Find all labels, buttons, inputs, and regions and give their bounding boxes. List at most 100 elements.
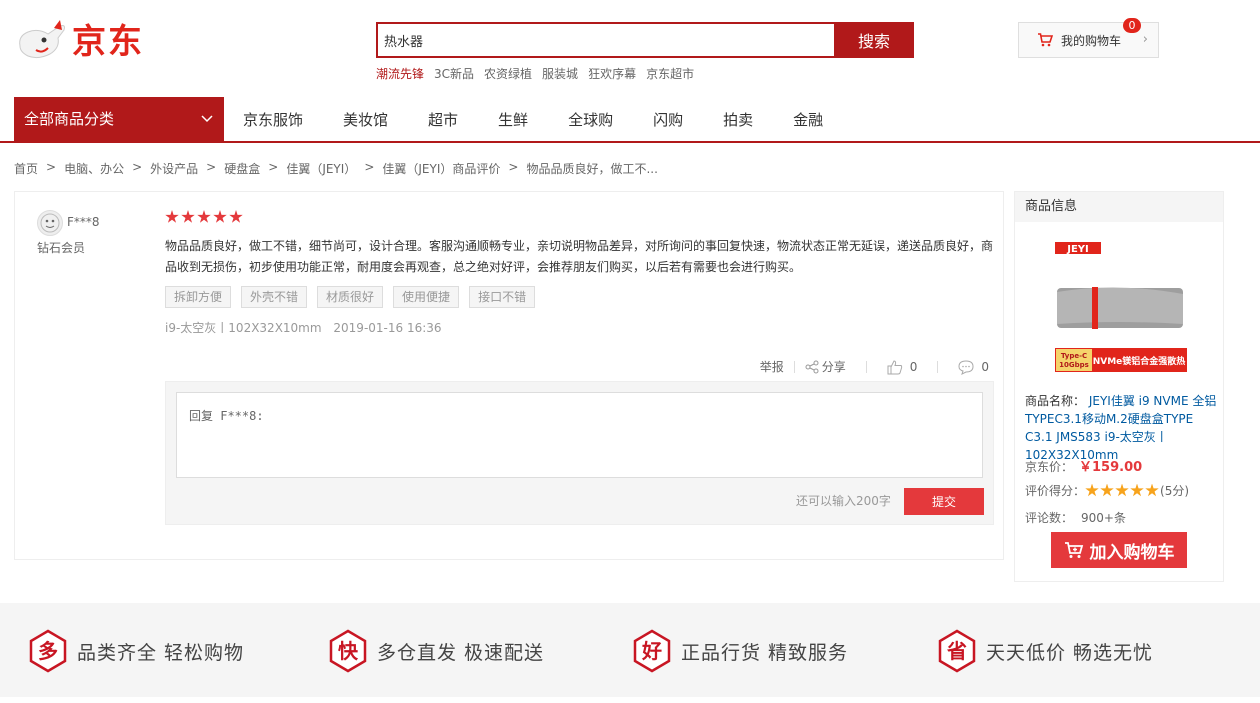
nav-item[interactable]: 全球购: [568, 109, 613, 130]
product-score-stars: [1085, 483, 1160, 498]
comment-button[interactable]: 0: [958, 359, 989, 375]
cart-button[interactable]: 我的购物车 › 0: [1018, 18, 1159, 58]
report-link[interactable]: 举报: [760, 358, 784, 375]
jd-logo[interactable]: 京东: [14, 14, 154, 64]
cart-icon: [1038, 33, 1053, 47]
promise-text: 正品行货 精致服务: [681, 641, 849, 664]
review-tag: 材质很好: [317, 286, 384, 308]
promise-icon-char: 省: [947, 639, 967, 663]
product-price: 京东价： ￥159.00: [1025, 456, 1142, 475]
breadcrumb-separator: >: [364, 160, 375, 174]
star-icon: [1100, 483, 1114, 497]
product-brand-badge: JEYI: [1066, 244, 1089, 255]
breadcrumb-separator: >: [46, 160, 57, 174]
divider: [865, 360, 867, 373]
hotword-link[interactable]: 狂欢序幕: [588, 65, 636, 82]
product-image[interactable]: JEYI Type-C 10Gbps NVMe镁铝合金强散热: [1047, 232, 1197, 382]
hexagon-icon: 快: [328, 629, 368, 673]
add-to-cart-button[interactable]: 加入购物车: [1051, 532, 1187, 568]
promise-text: 品类齐全 轻松购物: [77, 641, 245, 664]
review-tags: 拆卸方便 外壳不错 材质很好 使用便捷 接口不错: [165, 286, 536, 308]
breadcrumb-link[interactable]: 外设产品: [150, 160, 198, 177]
search-input[interactable]: [378, 24, 834, 56]
promise-icon-char: 好: [642, 639, 662, 663]
cart-icon: [1064, 542, 1083, 558]
user-avatar-icon: [40, 213, 60, 233]
breadcrumb-link[interactable]: 佳翼（JEYI）: [286, 160, 356, 177]
product-variant: i9-太空灰丨102X32X10mm: [165, 321, 322, 335]
product-price-label: 京东价：: [1025, 460, 1074, 474]
search-box: 搜索: [376, 22, 914, 58]
add-to-cart-label: 加入购物车: [1089, 542, 1175, 563]
nav-item[interactable]: 拍卖: [723, 109, 753, 130]
cart-label: 我的购物车: [1061, 33, 1122, 48]
breadcrumb-current: 物品品质良好，做工不...: [526, 162, 658, 176]
promise-text: 天天低价 畅选无忧: [986, 641, 1154, 664]
like-button[interactable]: 0: [887, 359, 917, 375]
reply-textarea[interactable]: 回复 F***8:: [176, 392, 983, 478]
product-score-label: 评价得分：: [1025, 484, 1086, 498]
star-icon: [1115, 483, 1129, 497]
review-tag: 使用便捷: [393, 286, 460, 308]
product-tech-badge: Type-C: [1061, 352, 1087, 360]
product-tech-badge: 10Gbps: [1059, 361, 1089, 369]
hexagon-icon: 好: [632, 629, 672, 673]
breadcrumb-separator: >: [268, 160, 279, 174]
share-button[interactable]: 分享: [805, 358, 846, 375]
cart-count-badge: 0: [1123, 18, 1141, 33]
product-count-label: 评论数：: [1025, 511, 1074, 525]
hotword-link[interactable]: 京东超市: [646, 65, 694, 82]
share-icon: [805, 360, 819, 373]
review-tag: 拆卸方便: [165, 286, 232, 308]
product-info-heading: 商品信息: [1015, 192, 1223, 222]
star-icon: [181, 210, 195, 223]
comment-icon: [958, 359, 974, 375]
promise-text: 多仓直发 极速配送: [377, 641, 545, 664]
nav-item[interactable]: 超市: [428, 109, 458, 130]
review-rating: [165, 210, 243, 224]
search-button[interactable]: 搜索: [834, 22, 914, 58]
promise-icon-char: 快: [338, 639, 358, 663]
hotword-link[interactable]: 服装城: [542, 65, 578, 82]
hotword-link[interactable]: 潮流先锋: [376, 65, 424, 82]
product-name-label: 商品名称：: [1025, 394, 1086, 408]
nav-item[interactable]: 金融: [793, 109, 823, 130]
thumbs-up-icon: [887, 359, 902, 374]
product-count-value: 900+条: [1081, 511, 1126, 525]
all-categories-button[interactable]: 全部商品分类: [14, 97, 224, 143]
hotword-link[interactable]: 农资绿植: [484, 65, 532, 82]
product-info-panel: 商品信息 JEYI Type-C 10Gbps NVMe镁铝合金强散热 商品名称…: [1014, 191, 1224, 582]
promise-item: 多 品类齐全 轻松购物: [28, 629, 244, 673]
reply-submit-button[interactable]: 提交: [904, 488, 984, 515]
product-review-count: 评论数： 900+条: [1025, 509, 1126, 526]
promise-item: 省 天天低价 畅选无忧: [937, 629, 1153, 673]
breadcrumb-link[interactable]: 佳翼（JEYI）商品评价: [382, 160, 500, 177]
review-card: F***8 钻石会员 物品品质良好，做工不错，细节尚可，设计合理。客服沟通顺畅专…: [14, 191, 1004, 560]
hexagon-icon: 多: [28, 629, 68, 673]
review-actions: 举报 分享 0 0: [750, 358, 989, 375]
breadcrumb-separator: >: [132, 160, 143, 174]
promise-item: 快 多仓直发 极速配送: [328, 629, 544, 673]
breadcrumb-link[interactable]: 电脑、办公: [64, 160, 124, 177]
nav-item[interactable]: 美妆馆: [343, 109, 388, 130]
star-icon: [213, 210, 227, 223]
nav-item[interactable]: 生鲜: [498, 109, 528, 130]
review-date: 2019-01-16 16:36: [333, 321, 442, 335]
star-icon: [1145, 483, 1159, 497]
promise-item: 好 正品行货 精致服务: [632, 629, 848, 673]
nav-item[interactable]: 闪购: [653, 109, 683, 130]
logo-text: 京东: [72, 22, 144, 62]
breadcrumb-link[interactable]: 硬盘盒: [224, 160, 260, 177]
review-tag: 接口不错: [469, 286, 536, 308]
reply-box: 回复 F***8: 还可以输入200字 提交: [165, 381, 994, 525]
star-icon: [1085, 483, 1099, 497]
hotword-link[interactable]: 3C新品: [434, 65, 474, 82]
nav-item[interactable]: 京东服饰: [243, 109, 303, 130]
chevron-right-icon: ›: [1142, 32, 1148, 47]
avatar[interactable]: [37, 210, 63, 236]
star-icon: [229, 210, 243, 223]
breadcrumb-link[interactable]: 首页: [14, 160, 38, 177]
product-name: 商品名称： JEYI佳翼 i9 NVME 全铝TYPEC3.1移动M.2硬盘盒T…: [1025, 392, 1221, 464]
review-tag: 外壳不错: [241, 286, 308, 308]
divider: [937, 360, 939, 373]
